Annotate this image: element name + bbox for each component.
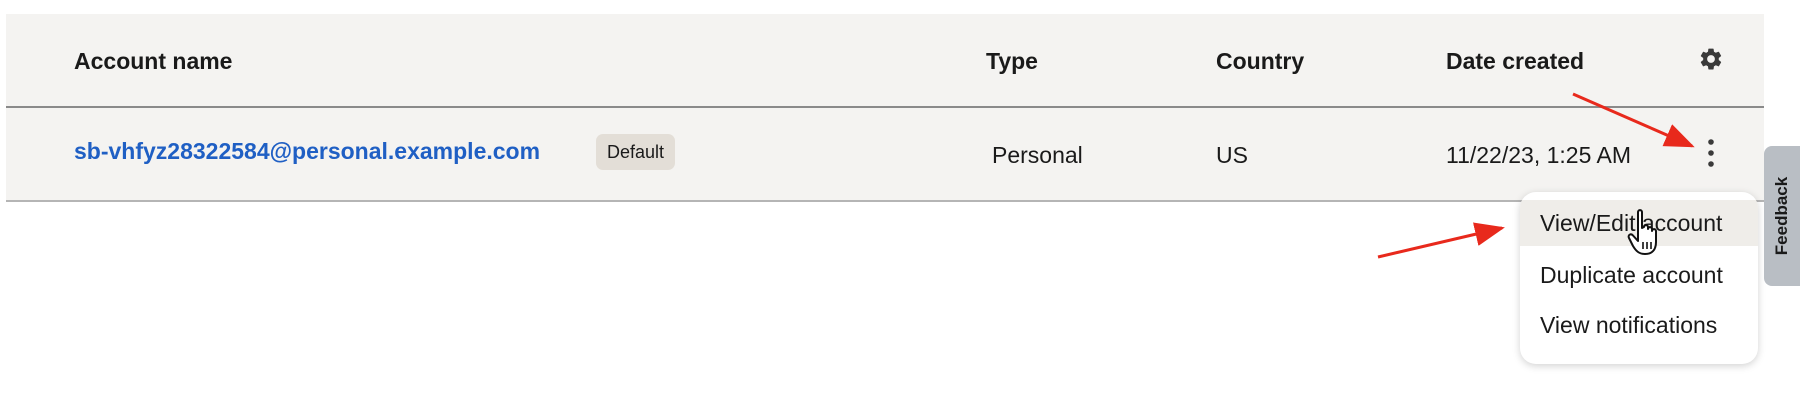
account-type-cell: Personal [992,142,1083,168]
row-actions-menu: View/Edit account Duplicate account View… [1520,192,1758,364]
account-date-created-cell: 11/22/23, 1:25 AM [1446,142,1631,168]
column-header-country[interactable]: Country [1216,48,1304,75]
feedback-label: Feedback [1772,176,1791,256]
arrow-to-view-edit-item-icon [1377,222,1505,259]
table-row: sb-vhfyz28322584@personal.example.com De… [6,108,1764,202]
default-badge: Default [596,134,676,170]
gear-icon[interactable] [1698,46,1724,72]
table-header-row: Account name Type Country Date created [6,14,1764,108]
column-header-date-created[interactable]: Date created [1446,48,1584,75]
menu-item-duplicate-account[interactable]: Duplicate account [1520,252,1758,298]
feedback-tab[interactable]: Feedback [1764,146,1800,286]
accounts-table: Account name Type Country Date created s… [6,14,1764,202]
menu-item-view-notifications[interactable]: View notifications [1520,302,1758,348]
account-name-link[interactable]: sb-vhfyz28322584@personal.example.com [74,138,540,165]
column-header-type[interactable]: Type [986,48,1038,75]
column-header-account-name[interactable]: Account name [74,48,232,75]
kebab-menu-icon[interactable] [1700,136,1722,170]
account-country-cell: US [1216,142,1248,168]
menu-item-view-edit-account[interactable]: View/Edit account [1520,200,1758,246]
